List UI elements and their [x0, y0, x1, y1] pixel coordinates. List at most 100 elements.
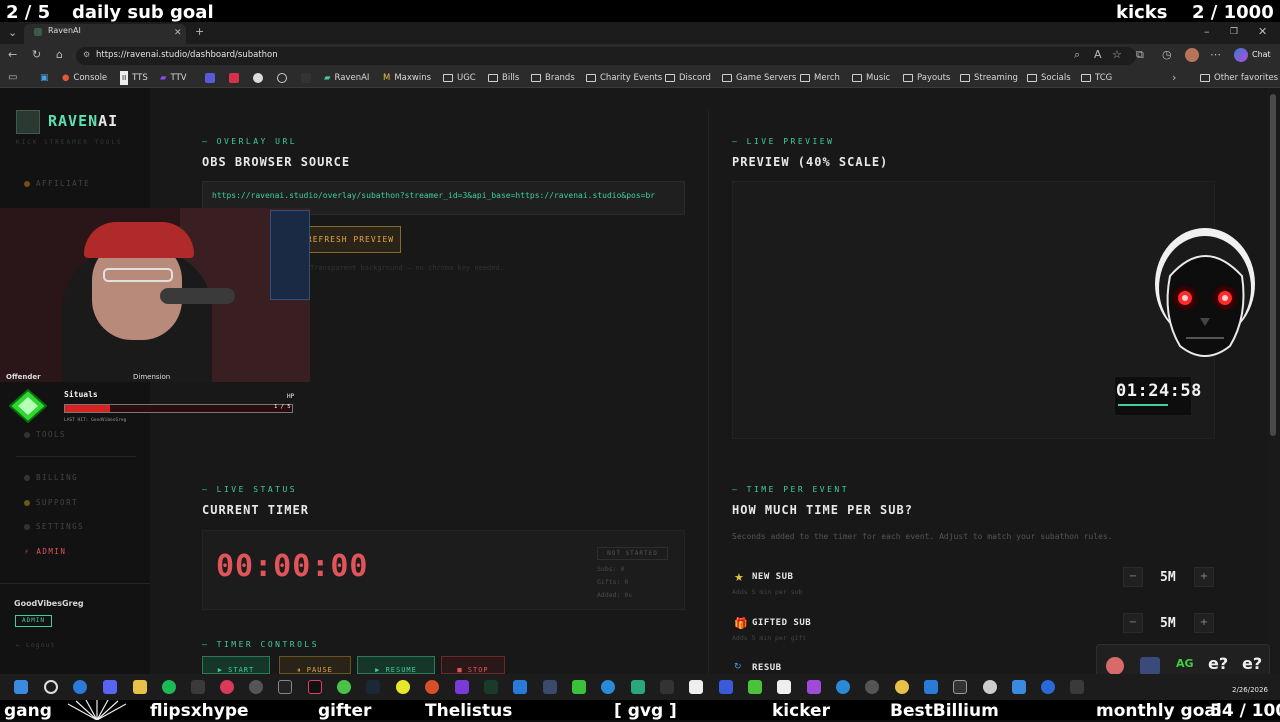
app-icon[interactable]: [865, 680, 879, 694]
window-close-icon[interactable]: ✕: [1258, 25, 1267, 39]
search-icon[interactable]: [44, 680, 58, 694]
app-icon[interactable]: [777, 680, 791, 694]
spotify-icon[interactable]: [162, 680, 176, 694]
bookmark-merch[interactable]: Merch: [800, 71, 840, 85]
edge-icon[interactable]: [73, 680, 87, 694]
app-icon[interactable]: [1012, 680, 1026, 694]
steam-icon[interactable]: [366, 680, 380, 694]
back-icon[interactable]: ←: [8, 48, 17, 62]
sidebar-item-admin[interactable]: ⚡ ADMIN: [24, 547, 66, 556]
terminal-icon[interactable]: [953, 680, 967, 694]
new-tab-icon[interactable]: +: [195, 25, 204, 39]
brand-name[interactable]: RAVENAI: [48, 112, 118, 130]
app-icon[interactable]: [278, 680, 292, 694]
scroll-thumb[interactable]: [1270, 94, 1276, 436]
bookmark-payouts[interactable]: Payouts: [903, 71, 950, 85]
bookmark-ugc[interactable]: UGC: [443, 71, 476, 85]
ravenai-logo[interactable]: [16, 110, 40, 134]
site-info-icon[interactable]: ⚙: [83, 50, 90, 59]
app-icon[interactable]: [484, 680, 498, 694]
bookmark-icon[interactable]: ▣: [40, 71, 49, 85]
app-icon[interactable]: [425, 680, 439, 694]
tab-list-icon[interactable]: ⌄: [8, 26, 17, 40]
tiktok-icon[interactable]: [308, 680, 322, 694]
resume-button[interactable]: ▶ RESUME: [357, 656, 435, 674]
logout-link[interactable]: ← Logout: [16, 641, 55, 649]
sidebar-item-tools[interactable]: TOOLS: [24, 430, 66, 439]
app-icon[interactable]: [660, 680, 674, 694]
bookmark-maxwins[interactable]: M Maxwins: [383, 71, 431, 85]
bookmark-discord[interactable]: Discord: [665, 71, 711, 85]
app-icon[interactable]: [191, 680, 205, 694]
refresh-icon[interactable]: ↻: [32, 48, 41, 62]
app-icon[interactable]: [1070, 680, 1084, 694]
app-icon[interactable]: [513, 680, 527, 694]
favorite-star-icon[interactable]: ☆: [1112, 48, 1122, 62]
bookmark-console[interactable]: ● Console: [62, 71, 107, 85]
more-menu-icon[interactable]: ⋯: [1210, 48, 1221, 62]
app-icon[interactable]: [543, 680, 557, 694]
bookmark-icon[interactable]: [277, 73, 287, 83]
bookmark-game-servers[interactable]: Game Servers: [722, 71, 796, 85]
copilot-icon[interactable]: [1234, 48, 1248, 62]
bookmark-tcg[interactable]: TCG: [1081, 71, 1112, 85]
telegram-icon[interactable]: [601, 680, 615, 694]
bookmark-brands[interactable]: Brands: [531, 71, 575, 85]
bookmark-bills[interactable]: Bills: [488, 71, 519, 85]
bookmark-menu-icon[interactable]: ▭: [8, 71, 17, 85]
minecraft-icon[interactable]: [748, 680, 762, 694]
increment-button[interactable]: +: [1194, 613, 1214, 633]
bookmark-streaming[interactable]: Streaming: [960, 71, 1018, 85]
increment-button[interactable]: +: [1194, 567, 1214, 587]
app-icon[interactable]: [836, 680, 850, 694]
zoom-icon[interactable]: ⌕: [1074, 48, 1080, 62]
app-icon[interactable]: [220, 680, 234, 694]
app-icon[interactable]: [337, 680, 351, 694]
chevron-right-icon[interactable]: ›: [1172, 71, 1176, 85]
refresh-preview-button[interactable]: REFRESH PREVIEW: [300, 226, 401, 253]
app-icon[interactable]: [807, 680, 821, 694]
app-icon[interactable]: [631, 680, 645, 694]
bookmark-icon[interactable]: [253, 73, 263, 83]
app-icon[interactable]: [1041, 680, 1055, 694]
app-icon[interactable]: [719, 680, 733, 694]
decrement-button[interactable]: −: [1123, 567, 1143, 587]
maximize-icon[interactable]: ❐: [1230, 25, 1238, 39]
tab-close-icon[interactable]: ✕: [174, 26, 182, 40]
home-icon[interactable]: ⌂: [56, 48, 63, 62]
bookmark-tts[interactable]: II TTS: [120, 71, 148, 85]
sidebar-item-billing[interactable]: BILLING: [24, 473, 78, 482]
pause-button[interactable]: ⏸ PAUSE: [279, 656, 351, 674]
sidebar-item-affiliate[interactable]: AFFILIATE: [24, 179, 90, 188]
extensions-icon[interactable]: ⧉: [1136, 48, 1144, 62]
bookmark-ttv[interactable]: ▰ TTV: [160, 71, 187, 85]
app-icon[interactable]: [572, 680, 586, 694]
bookmark-music[interactable]: Music: [852, 71, 890, 85]
bookmark-socials[interactable]: Socials: [1027, 71, 1071, 85]
app-icon[interactable]: [455, 680, 469, 694]
app-icon[interactable]: [249, 680, 263, 694]
vscode-icon[interactable]: [924, 680, 938, 694]
bookmark-icon[interactable]: [229, 73, 239, 83]
bookmark-ravenai[interactable]: ▰ RavenAI: [324, 71, 369, 85]
stop-button[interactable]: ■ STOP: [441, 656, 505, 674]
chrome-icon[interactable]: [895, 680, 909, 694]
sidebar-item-support[interactable]: SUPPORT: [24, 498, 78, 507]
settings-gear-icon[interactable]: [983, 680, 997, 694]
bookmark-icon[interactable]: [301, 73, 311, 83]
minimize-icon[interactable]: –: [1204, 25, 1210, 39]
file-explorer-icon[interactable]: [133, 680, 147, 694]
bookmark-icon[interactable]: [205, 73, 215, 83]
sidebar-item-settings[interactable]: SETTINGS: [24, 522, 84, 531]
decrement-button[interactable]: −: [1123, 613, 1143, 633]
app-icon[interactable]: [396, 680, 410, 694]
discord-icon[interactable]: [103, 680, 117, 694]
start-menu-icon[interactable]: [14, 680, 28, 694]
bookmark-other-favorites[interactable]: Other favorites: [1200, 71, 1278, 85]
read-aloud-icon[interactable]: A: [1094, 48, 1102, 62]
app-icon[interactable]: [689, 680, 703, 694]
chat-button[interactable]: Chat: [1252, 50, 1271, 59]
start-button[interactable]: ▶ START: [202, 656, 270, 674]
profile-avatar[interactable]: [1185, 48, 1199, 62]
history-icon[interactable]: ◷: [1162, 48, 1172, 62]
